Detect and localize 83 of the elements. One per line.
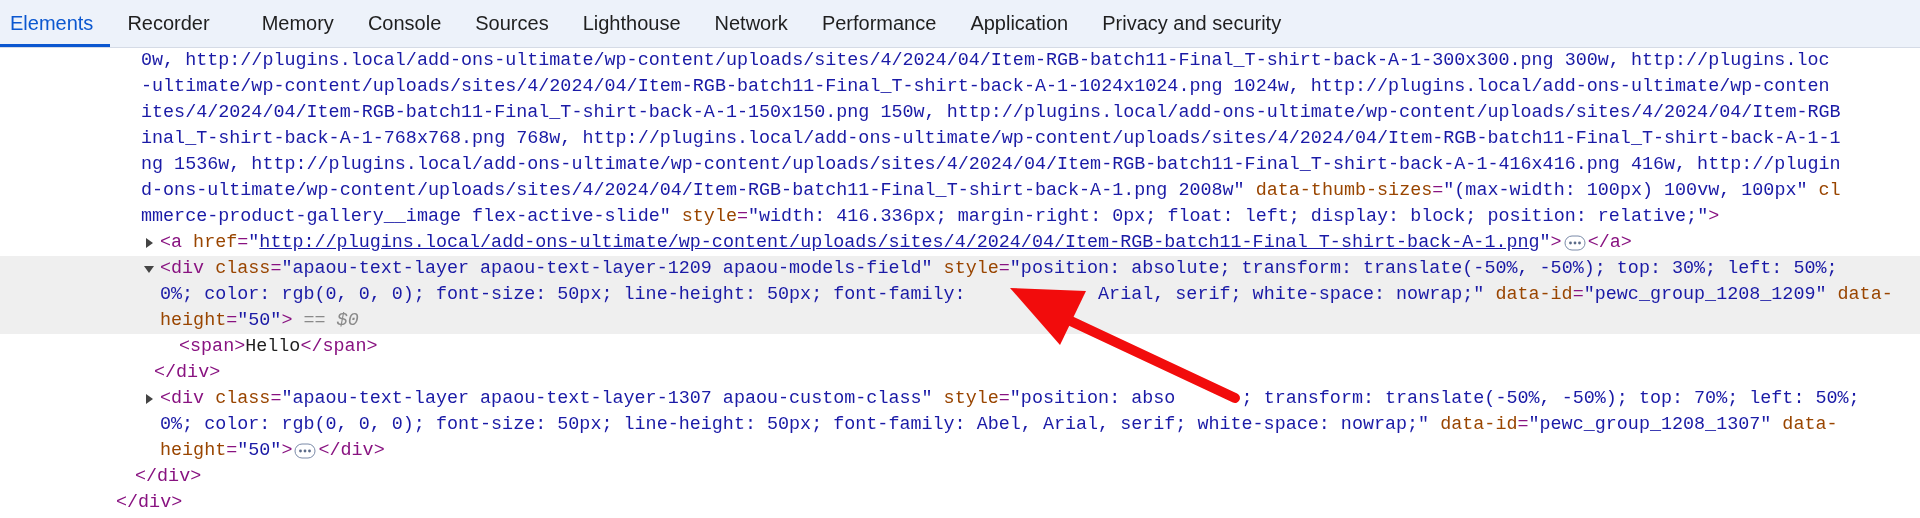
attribute-name: class [214,257,271,281]
text-content: Hello [245,335,301,359]
attribute-value: "50" [237,439,282,463]
attribute-value: "position: abso [1009,387,1176,411]
selected-node-row[interactable]: <div class="apaou-text-layer apaou-text-layer-1209 apaou-models-field" style="position: absolute; transform: translate(-50%, -50%); top: 30%; left: 50%; [0,256,1920,282]
selected-marker: == $0 [302,309,359,333]
selected-node-row[interactable]: 0%; color: rgb(0, 0, 0); font-size: 50px; line-height: 50px; font-family: Arial, serif; white-space: nowrap;" data-id="pewc_group_1208_1209" data- [0,282,1920,308]
html-tag: </div> [116,490,183,516]
html-tag: <div [160,386,205,412]
attribute-value: "50" [237,309,282,333]
attribute-value: ites/4/2024/04/Item-RGB-batch11-Final_T-shirt-back-A-1-150x150.png 150w, http://plugins.local/add-ons-ultimate/wp-content/uploads/sites/4/2024/04/Item-RGB [141,101,1841,125]
html-tag: = [270,256,282,282]
html-tag: > [281,308,293,334]
html-tag: = [270,386,282,412]
html-tag: <span> [179,334,246,360]
attribute-name: height [160,439,227,463]
attribute-name: cl [1817,179,1841,203]
panel-tab[interactable]: Performance [804,0,954,47]
attribute-name: data-thumb-sizes [1254,179,1433,203]
html-tag: </span> [300,334,378,360]
panel-tab[interactable]: Console [350,0,459,47]
attribute-value: "pewc_group_1208_1307" [1528,413,1772,437]
attribute-name: style [942,257,999,281]
attribute-value: "pewc_group_1208_1209" [1583,283,1827,307]
html-tag: </div> [135,464,202,490]
html-tag: </div> [318,438,385,464]
html-tag: <div [160,256,205,282]
url-link[interactable]: http://plugins.local/add-ons-ultimate/wp-content/uploads/sites/4/2024/04/Item-RGB-batch11-Final_T-shirt-back-A-1.png [259,230,1540,256]
attribute-value: 0%; color: rgb(0, 0, 0); font-size: 50px; line-height: 50px; font-family: Abel, Arial, serif; white-space: nowrap;" [160,413,1430,437]
html-tag: > [1708,204,1720,230]
attribute-value: -ultimate/wp-content/uploads/sites/4/2024/04/Item-RGB-batch11-Final_T-shirt-back-A-1-1024x1024.png 1024w, http://plugins.local/add-ons-ultimate/wp-conten [141,75,1830,99]
panel-tab[interactable]: Recorder [110,0,227,47]
attribute-value: mmerce-product-gallery__image flex-active-slide" [141,205,671,229]
html-tag: </a> [1587,230,1632,256]
attribute-value: d-ons-ultimate/wp-content/uploads/sites/4/2024/04/Item-RGB-batch11-Final_T-shirt-back-A-1.png 2008w" [141,179,1245,203]
attribute-value: Arial, serif; white-space: nowrap;" [1097,283,1485,307]
panel-tab[interactable]: Elements [0,0,111,47]
html-tag: </div> [154,360,221,386]
html-tag: = [237,230,249,256]
attribute-value: inal_T-shirt-back-A-1-768x768.png 768w, http://plugins.local/add-ons-ultimate/wp-content/uploads/sites/4/2024/04/Item-RGB-batch11-Final_T-shirt-back-A-1-1 [141,127,1841,151]
attribute-value: "apaou-text-layer apaou-text-layer-1307 apaou-custom-class" [281,387,933,411]
html-tag: = [1517,412,1529,438]
html-tag: = [998,256,1010,282]
attribute-name: data- [1781,413,1838,437]
panel-tab[interactable]: Application [953,0,1086,47]
html-tag: = [226,308,238,334]
attribute-value: ; transform: translate(-50%, -50%); top: 70%; left: 50%; [1241,387,1860,411]
ellipsis-badge[interactable] [294,443,317,459]
ellipsis-badge[interactable] [1563,235,1586,251]
attribute-value: " [248,231,260,255]
attribute-name: href [192,231,238,255]
panel-tab[interactable]: Sources [458,0,566,47]
panel-tab[interactable]: Privacy and security [1085,0,1299,47]
selected-node-row[interactable]: height="50"> == $0 [0,308,1920,334]
html-tag: = [226,438,238,464]
attribute-value: ng 1536w, http://plugins.local/add-ons-ultimate/wp-content/uploads/sites/4/2024/04/Item-RGB-batch11-Final_T-shirt-back-A-1-416x416.png 416w, http://plugin [141,153,1841,177]
disclosure-triangle-icon[interactable] [143,393,155,405]
attribute-name: class [214,387,271,411]
html-tag: <a [160,230,183,256]
html-tag: = [998,386,1010,412]
attribute-name: data-id [1494,283,1573,307]
html-tag: > [1550,230,1562,256]
attribute-value: "position: absolute; transform: translate(-50%, -50%); top: 30%; left: 50%; [1009,257,1838,281]
disclosure-triangle-icon[interactable] [143,263,155,275]
html-tag: = [1572,282,1584,308]
attribute-value: " [1539,231,1551,255]
attribute-value: 0w, http://plugins.local/add-ons-ultimate/wp-content/uploads/sites/4/2024/04/Item-RGB-batch11-Final_T-shirt-back-A-1-300x300.png 300w, http://plugins.loc [141,49,1830,73]
attribute-value: "width: 416.336px; margin-right: 0px; float: left; display: block; position: relative;" [748,205,1709,229]
html-tag: > [281,438,293,464]
attribute-name: style [942,387,999,411]
attribute-name: data-id [1439,413,1518,437]
attribute-name: style [680,205,737,229]
disclosure-triangle-icon[interactable] [143,237,155,249]
panel-tab[interactable]: Memory [244,0,351,47]
html-tag: = [1432,178,1444,204]
panel-tab[interactable]: Network [697,0,805,47]
attribute-name: data- [1836,283,1893,307]
html-tag: = [736,204,748,230]
attribute-value: 0%; color: rgb(0, 0, 0); font-size: 50px; line-height: 50px; font-family: [160,283,966,307]
panel-tab[interactable]: Lighthouse [565,0,698,47]
attribute-name: height [160,309,227,333]
attribute-value: "(max-width: 100px) 100vw, 100px" [1443,179,1808,203]
attribute-value: "apaou-text-layer apaou-text-layer-1209 apaou-models-field" [281,257,933,281]
